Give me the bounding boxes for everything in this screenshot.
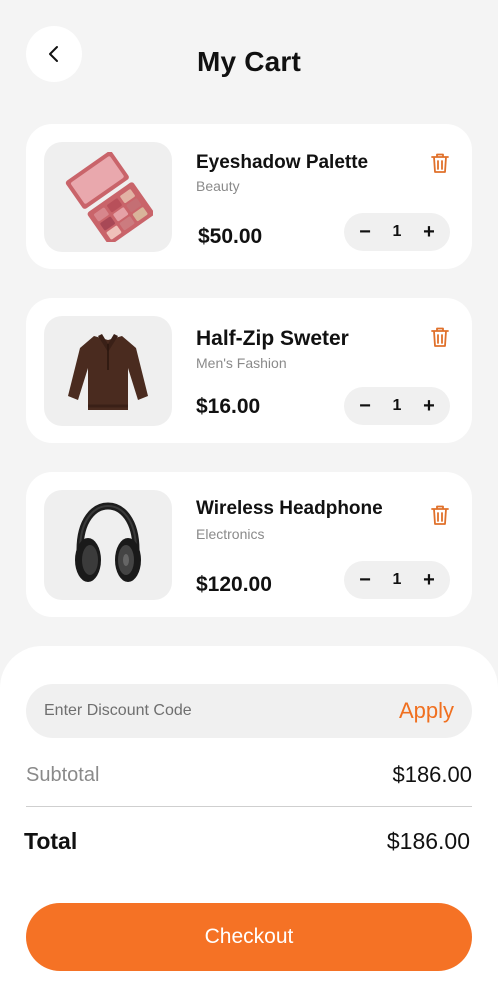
total-row: Total $186.00: [24, 828, 470, 855]
subtotal-row: Subtotal $186.00: [26, 762, 472, 788]
discount-code-box: Apply: [26, 684, 472, 738]
increase-quantity-button[interactable]: +: [418, 570, 440, 590]
discount-code-input[interactable]: [44, 684, 344, 738]
quantity-stepper: − 1 +: [344, 561, 450, 599]
cart-item: Eyeshadow Palette Beauty $50.00 − 1 +: [26, 124, 472, 269]
page-title: My Cart: [196, 46, 302, 77]
subtotal-label: Subtotal: [26, 763, 100, 786]
quantity-stepper: − 1 +: [344, 213, 450, 251]
divider: [26, 806, 472, 807]
quantity-value: 1: [392, 223, 402, 240]
headphone-image: [75, 502, 141, 582]
product-thumbnail[interactable]: [44, 142, 172, 252]
total-label: Total: [24, 828, 78, 854]
product-category: Men's Fashion: [196, 355, 287, 371]
cart-item: Wireless Headphone Electronics $120.00 −…: [26, 472, 472, 617]
product-category: Electronics: [196, 526, 265, 542]
product-thumbnail[interactable]: [44, 316, 172, 426]
apply-discount-button[interactable]: Apply: [399, 684, 454, 738]
total-value: $186.00: [386, 828, 470, 854]
product-category: Beauty: [196, 178, 240, 194]
product-price: $50.00: [198, 225, 263, 248]
cart-list: Eyeshadow Palette Beauty $50.00 − 1 + Ha…: [26, 124, 472, 646]
quantity-value: 1: [392, 397, 402, 414]
subtotal-value: $186.00: [392, 762, 472, 787]
product-name[interactable]: Wireless Headphone: [196, 498, 383, 520]
product-price: $120.00: [196, 573, 272, 596]
product-thumbnail[interactable]: [44, 490, 172, 600]
header: My Cart: [0, 0, 498, 120]
decrease-quantity-button[interactable]: −: [354, 396, 376, 416]
trash-icon[interactable]: [430, 326, 450, 348]
trash-icon[interactable]: [430, 504, 450, 526]
quantity-stepper: − 1 +: [344, 387, 450, 425]
sweater-image: [68, 334, 148, 410]
product-name[interactable]: Half-Zip Sweter: [196, 327, 349, 351]
increase-quantity-button[interactable]: +: [418, 396, 440, 416]
eyeshadow-palette-image: [65, 152, 153, 242]
increase-quantity-button[interactable]: +: [418, 222, 440, 242]
decrease-quantity-button[interactable]: −: [354, 222, 376, 242]
decrease-quantity-button[interactable]: −: [354, 570, 376, 590]
cart-item: Half-Zip Sweter Men's Fashion $16.00 − 1…: [26, 298, 472, 443]
order-summary-panel: Apply Subtotal $186.00 Total $186.00 Che…: [0, 646, 498, 1000]
trash-icon[interactable]: [430, 152, 450, 174]
quantity-value: 1: [392, 571, 402, 588]
product-name[interactable]: Eyeshadow Palette: [196, 152, 368, 174]
checkout-button[interactable]: Checkout: [26, 903, 472, 971]
product-price: $16.00: [196, 395, 261, 418]
